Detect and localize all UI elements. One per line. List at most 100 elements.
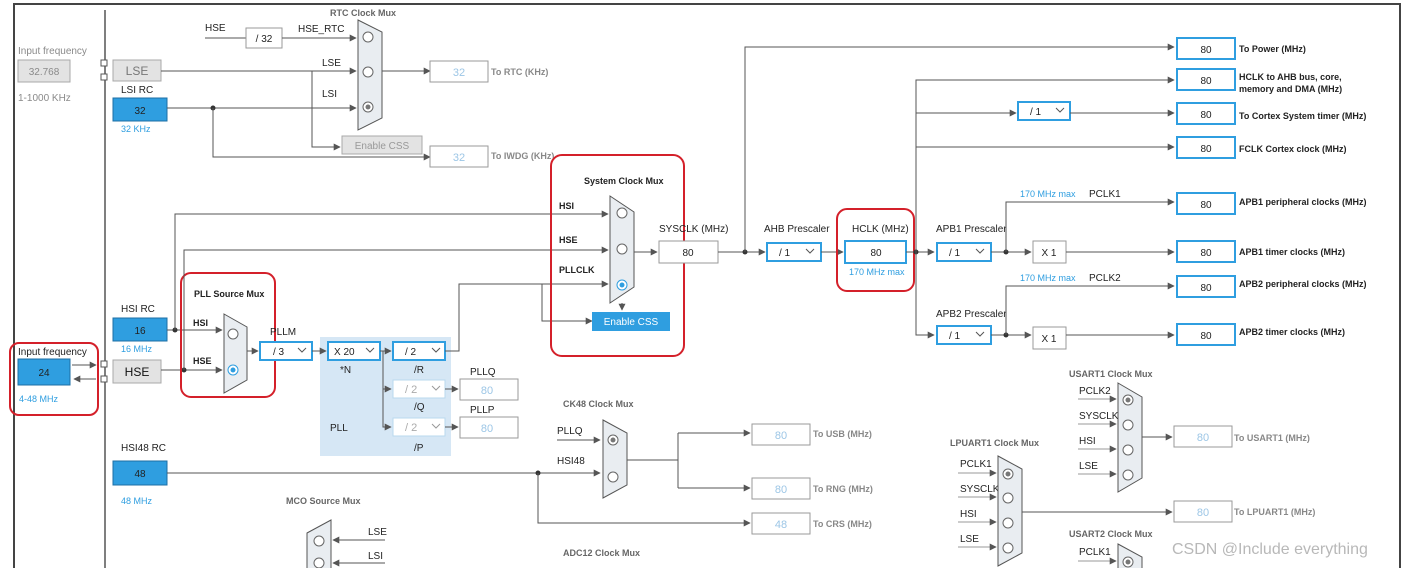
cortex-timer-div-select[interactable]: [1017, 101, 1071, 121]
apb1-timer-output-value: 80: [1200, 248, 1212, 259]
fclk-output-label: FCLK Cortex clock (MHz): [1239, 144, 1347, 154]
usb-output-value: 80: [775, 430, 787, 442]
pllm-value: / 3: [273, 347, 285, 358]
ahb-prescaler-value: / 1: [779, 248, 791, 259]
apb2-periph-output-value: 80: [1200, 283, 1212, 294]
ck48-hsi48-label: HSI48: [557, 456, 585, 467]
hclk-ahb-output-value: 80: [1200, 76, 1212, 87]
apb2-timer-mult: X 1: [1041, 334, 1056, 345]
usart1-mux-option-sysclk[interactable]: [1122, 419, 1134, 431]
lse-input-frequency-value: 32.768: [29, 67, 60, 78]
sysclk-mux-title: System Clock Mux: [584, 176, 664, 186]
usart1-mux-option-lse[interactable]: [1122, 469, 1134, 481]
pllp-output-value: 80: [481, 423, 493, 435]
lpuart1-output-label: To LPUART1 (MHz): [1234, 507, 1315, 517]
hse-label: HSE: [125, 365, 150, 379]
apb1-prescaler-select[interactable]: [936, 242, 992, 262]
rtc-mux-option-hse[interactable]: [362, 31, 374, 43]
power-output-value: 80: [1200, 45, 1212, 56]
mco-mux-option-lsi[interactable]: [313, 557, 325, 568]
hse-osc-pin-2: [100, 375, 108, 383]
plln-label: *N: [340, 365, 351, 376]
lse-osc-pin-2: [100, 73, 108, 81]
hclk-ahb-output-label: HCLK to AHB bus, core,: [1239, 72, 1342, 82]
usart1-mux-option-hsi[interactable]: [1122, 444, 1134, 456]
lsi-rc-freq: 32 KHz: [121, 124, 151, 134]
lse-label: LSE: [126, 64, 149, 78]
pll-source-hse-label: HSE: [193, 356, 212, 366]
mco-lsi-label: LSI: [368, 551, 383, 562]
hse-osc-pin-1: [100, 360, 108, 368]
rtc-mux-option-lse[interactable]: [362, 66, 374, 78]
lpuart1-mux-option-sysclk[interactable]: [1002, 492, 1014, 504]
pll-source-hsi-label: HSI: [193, 318, 208, 328]
mco-mux-option-lse[interactable]: [313, 535, 325, 547]
apb2-periph-output-label: APB2 peripheral clocks (MHz): [1239, 279, 1367, 289]
apb1-periph-output-value: 80: [1200, 200, 1212, 211]
ahb-prescaler-select[interactable]: [766, 242, 822, 262]
lpuart1-mux-option-hsi[interactable]: [1002, 517, 1014, 529]
cortex-timer-div-value: / 1: [1030, 107, 1042, 118]
hsi-rc-title: HSI RC: [121, 304, 155, 315]
pllq-div-label: /Q: [414, 402, 425, 413]
power-output-label: To Power (MHz): [1239, 44, 1306, 54]
hsi48-rc-value: 48: [134, 469, 146, 480]
pllp-div-value: / 2: [405, 422, 417, 434]
pllm-select[interactable]: [259, 341, 313, 361]
hse-input-frequency-label: Input frequency: [18, 347, 87, 358]
ck48-mux-title: CK48 Clock Mux: [563, 399, 634, 409]
pllr-value: / 2: [405, 347, 417, 358]
usart1-sysclk-label: SYSCLK: [1079, 411, 1119, 422]
clock-tree-diagram: Input frequency 32.768 1-1000 KHz LSE LS…: [9, 3, 1401, 568]
sysclk-mux-option-hse[interactable]: [616, 243, 628, 255]
pll-source-option-hsi[interactable]: [227, 328, 239, 340]
lpuart1-pclk1-label: PCLK1: [960, 459, 992, 470]
sysclk-value: 80: [682, 248, 694, 259]
apb1-periph-output-label: APB1 peripheral clocks (MHz): [1239, 197, 1367, 207]
apb1-timer-output-label: APB1 timer clocks (MHz): [1239, 247, 1345, 257]
mco-mux-title: MCO Source Mux: [286, 496, 361, 506]
lse-input-range: 1-1000 KHz: [18, 93, 71, 104]
pllq-label: PLLQ: [470, 367, 496, 378]
lpuart1-sysclk-label: SYSCLK: [960, 484, 1000, 495]
apb2-timer-output-label: APB2 timer clocks (MHz): [1239, 327, 1345, 337]
rtc-lse-label: LSE: [322, 58, 341, 69]
hclk-max: 170 MHz max: [849, 267, 905, 277]
mco-lse-label: LSE: [368, 527, 387, 538]
sysclk-mux-hse-label: HSE: [559, 235, 578, 245]
apb2-prescaler-select[interactable]: [936, 325, 992, 345]
apb2-pclk-label: PCLK2: [1089, 273, 1121, 284]
ck48-clock-mux[interactable]: [602, 419, 628, 499]
hclk-value: 80: [870, 248, 882, 259]
lsi-rc-value: 32: [134, 106, 146, 117]
ck48-mux-option-hsi48[interactable]: [607, 471, 619, 483]
lpuart1-mux-title: LPUART1 Clock Mux: [950, 438, 1039, 448]
apb1-prescaler-value: / 1: [949, 248, 961, 259]
pllp-label: PLLP: [470, 405, 495, 416]
lpuart1-mux-option-lse[interactable]: [1002, 542, 1014, 554]
rng-output-value: 80: [775, 484, 787, 496]
watermark-text: CSDN @Include everything: [1172, 541, 1368, 558]
rtc-output-label: To RTC (KHz): [491, 67, 548, 77]
lpuart1-lse-label: LSE: [960, 534, 979, 545]
pll-source-mux-title: PLL Source Mux: [194, 289, 264, 299]
ahb-prescaler-label: AHB Prescaler: [764, 224, 830, 235]
hsi-rc-value: 16: [134, 326, 146, 337]
apb1-max: 170 MHz max: [1020, 189, 1076, 199]
rng-output-label: To RNG (MHz): [813, 484, 873, 494]
pll-source-mux[interactable]: [223, 313, 248, 394]
iwdg-output-label: To IWDG (KHz): [491, 151, 554, 161]
hse-input-range: 4-48 MHz: [19, 394, 59, 404]
rtc-lsi-label: LSI: [322, 89, 337, 100]
ck48-pllq-label: PLLQ: [557, 426, 583, 437]
sysclk-mux-option-hsi[interactable]: [616, 207, 628, 219]
apb1-pclk-label: PCLK1: [1089, 189, 1121, 200]
crs-output-value: 48: [775, 519, 787, 531]
usart1-lse-label: LSE: [1079, 461, 1098, 472]
rtc-hse-label: HSE: [205, 23, 226, 34]
pllr-label: /R: [414, 365, 424, 376]
cortex-timer-output-label: To Cortex System timer (MHz): [1239, 111, 1366, 121]
apb2-prescaler-value: / 1: [949, 331, 961, 342]
plln-value: X 20: [334, 347, 355, 358]
lsi-rc-title: LSI RC: [121, 85, 153, 96]
